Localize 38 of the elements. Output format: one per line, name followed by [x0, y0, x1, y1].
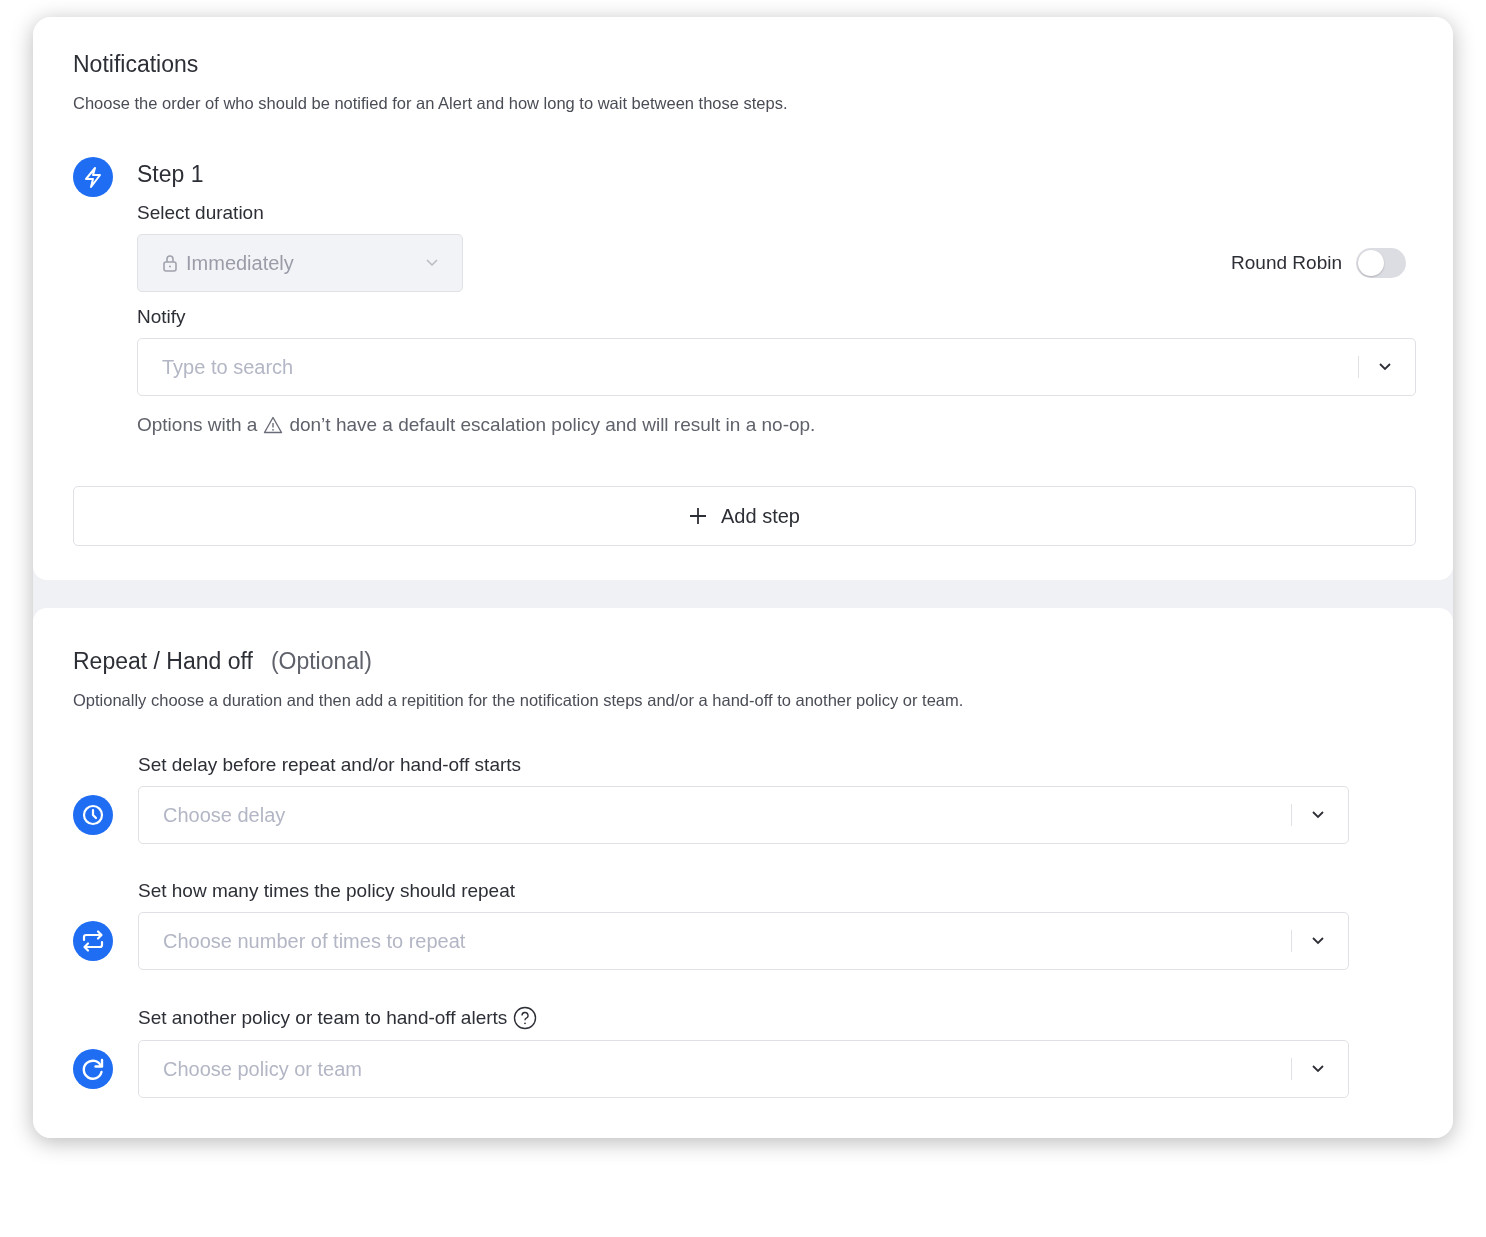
add-step-button[interactable]: Add step	[73, 486, 1416, 546]
notify-select[interactable]: Type to search	[137, 338, 1416, 396]
clock-icon	[73, 795, 113, 835]
field-label: Set how many times the policy should repeat	[138, 880, 516, 902]
refresh-icon	[73, 1049, 113, 1089]
placeholder-text: Choose policy or team	[163, 1057, 363, 1081]
field-label: Select duration	[137, 202, 265, 224]
warning-icon	[263, 416, 284, 434]
placeholder-text: Choose number of times to repeat	[163, 929, 467, 953]
dropdown-select[interactable]: Choose number of times to repeat	[138, 912, 1349, 970]
lightning-icon	[73, 157, 113, 197]
lock-icon	[162, 254, 178, 272]
notice-text: Options with a	[137, 414, 258, 436]
step-title: Step 1	[137, 161, 205, 188]
plus-icon	[689, 507, 707, 525]
notice-text: don’t have a default escalation policy and will result in a no-op.	[289, 414, 816, 436]
section-title: Repeat / Hand off	[73, 648, 253, 675]
chevron-icon	[426, 259, 438, 267]
section-title: Notifications	[73, 51, 200, 78]
dropdown-select[interactable]: Choose policy or team	[138, 1040, 1349, 1098]
field-label: Notify	[137, 306, 187, 328]
field-label: Set another policy or team to hand-off alerts	[138, 1007, 508, 1029]
toggle-label: Round Robin	[1231, 252, 1342, 274]
round-robin-toggle[interactable]	[1356, 248, 1406, 278]
chevron-icon	[1312, 937, 1324, 945]
repeat-icon	[73, 921, 113, 961]
field-label: Set delay before repeat and/or hand-off starts	[138, 754, 522, 776]
dropdown-select[interactable]: Choose delay	[138, 786, 1349, 844]
chevron-icon	[1379, 363, 1391, 371]
chevron-icon	[1312, 1065, 1324, 1073]
help-icon[interactable]	[513, 1006, 538, 1030]
duration-value: Immediately	[186, 251, 295, 275]
chevron-icon	[1312, 811, 1324, 819]
section-description: Choose the order of who should be notified for an Alert and how long to wait between those steps.	[73, 94, 789, 113]
placeholder-text: Type to search	[162, 355, 295, 379]
section-description: Optionally choose a duration and then add a repitition for the notification steps and/or a hand-off to another policy or team.	[73, 691, 965, 710]
placeholder-text: Choose delay	[163, 803, 287, 827]
optional-label: (Optional)	[270, 648, 372, 675]
